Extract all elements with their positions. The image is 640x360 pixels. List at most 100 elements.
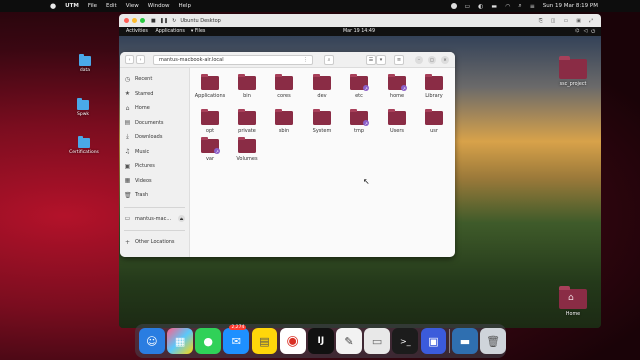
folder-item[interactable]: opt [192,109,228,134]
folder-item[interactable]: Library [416,74,452,99]
downloads-stack-icon[interactable]: ▬ [452,328,478,354]
location-path: mantus-macbook-air.local [159,56,224,63]
files-app-menu[interactable]: Files [195,29,206,34]
view-list-button[interactable]: ☰ [366,54,376,65]
sidebar-item-trash[interactable]: 🗑 Trash [120,188,189,203]
hamburger-menu-button[interactable]: ≡ [394,54,404,65]
messages-icon[interactable]: ● [195,328,222,354]
notes-icon[interactable]: ▤ [251,328,278,354]
wifi-icon[interactable]: ◠ [505,3,510,10]
screen-share-icon[interactable]: ▭ [465,3,471,10]
files-headerbar: ‹ › mantus-macbook-air.local ⋮ ⌕ ☰ ▾ ≡ –… [120,52,455,68]
chrome-icon[interactable]: ◉ [279,328,306,354]
usb-icon[interactable]: ⎘ [539,18,543,24]
folder-item[interactable]: bin [229,74,265,99]
folder-item[interactable]: System [304,109,340,134]
shared-folder-icon[interactable]: ▭ [564,18,569,24]
record-status-icon[interactable] [450,3,457,9]
vm-titlebar[interactable]: ■ ❚❚ ↻ Ubuntu Desktop ⎘ ◫ ▭ ▣ ⤢ [119,14,601,27]
minimize-window-button[interactable] [132,18,137,23]
menu-file[interactable]: File [88,3,97,9]
zoom-window-button[interactable] [140,18,145,23]
folder-item[interactable]: Users [379,109,415,134]
desktop-folder-data[interactable]: data [65,54,105,73]
location-bar[interactable]: mantus-macbook-air.local ⋮ [153,54,313,65]
sidebar-item-downloads[interactable]: ⤓ Downloads [120,130,189,145]
sidebar-item-starred[interactable]: ★ Starred [120,87,189,102]
display-icon[interactable]: ▣ [576,18,581,24]
intellij-icon[interactable]: IJ [307,328,334,354]
folder-item[interactable]: cores [266,74,302,99]
drive-icon[interactable]: ◫ [551,18,556,24]
control-icon[interactable]: ◐ [478,3,483,10]
resize-icon[interactable]: ⤢ [589,18,593,24]
folder-item[interactable]: dev [304,74,340,99]
sidebar-item-documents[interactable]: ▤ Documents [120,116,189,131]
places-sidebar: ◷ Recent ★ Starred ⌂ Home ▤ Documents ⤓ … [120,68,190,257]
mail-icon[interactable]: ✉ 2,274 [223,325,250,354]
spotlight-icon[interactable]: ⌕ [518,2,521,10]
menu-view[interactable]: View [126,3,139,9]
folder-item[interactable]: ↗ home [379,74,415,99]
sidebar-item-network-host[interactable]: ▭ mantus-mac... ⏏ [120,212,189,227]
launchpad-icon[interactable]: ▦ [167,328,193,354]
folder-icon [238,109,256,125]
folder-item[interactable]: Applications [192,74,228,99]
folder-icon [313,74,331,90]
close-window-button[interactable] [124,18,129,23]
app-menu-utm[interactable]: UTM [65,3,79,9]
search-button[interactable]: ⌕ [324,54,334,65]
desktop-home[interactable]: ⌂ Home [556,286,590,317]
download-icon: ⤓ [126,133,129,141]
folder-item[interactable]: ↗ var [192,137,228,162]
view-options-button[interactable]: ▾ [376,54,386,65]
textedit-icon[interactable]: ✎ [336,328,362,354]
utm-icon[interactable]: ▣ [420,328,447,354]
menu-help[interactable]: Help [178,3,191,9]
close-button[interactable]: ✕ [441,55,449,64]
restart-icon[interactable]: ↻ [172,18,176,24]
terminal-icon[interactable]: >_ [392,328,419,354]
maximize-button[interactable]: □ [428,55,436,64]
folder-item[interactable]: private [229,109,265,134]
sidebar-item-recent[interactable]: ◷ Recent [120,72,189,87]
control-center-icon[interactable]: ≡ [530,3,535,10]
finder-icon[interactable]: ☺ [139,328,165,354]
folder-item[interactable]: usr [416,109,452,134]
desktop-folder-spwk[interactable]: Spwk [63,98,103,117]
folder-icon [425,109,443,125]
applications-menu[interactable]: Applications [156,29,185,34]
stop-icon[interactable]: ■ [151,18,156,24]
folder-item[interactable]: ↗ tmp [341,109,377,134]
forward-button[interactable]: › [136,55,145,64]
folder-icon [275,74,293,90]
sidebar-item-videos[interactable]: ▦ Videos [120,174,189,189]
menubar-datetime[interactable]: Sun 19 Mar 8:19 PM [543,3,598,9]
pause-icon[interactable]: ❚❚ [160,18,168,24]
preview-icon[interactable]: ▭ [364,328,391,354]
more-options-icon[interactable]: ⋮ [303,57,308,63]
sidebar-item-music[interactable]: ♫ Music [120,145,189,160]
folder-icon [238,74,256,90]
sidebar-item-home[interactable]: ⌂ Home [120,101,189,116]
back-button[interactable]: ‹ [125,55,134,64]
activities-button[interactable]: Activities Applications ▾ Files [126,29,205,34]
sidebar-item-other-locations[interactable]: + Other Locations [120,235,189,250]
sidebar-item-pictures[interactable]: ▣ Pictures [120,159,189,174]
folder-item[interactable]: sbin [266,109,302,134]
folder-item[interactable]: ↗ etc [341,74,377,99]
system-menu[interactable]: ⌬ ◁ ⏻ [575,29,595,35]
folder-icon: ↗ [388,74,407,91]
folder-item[interactable]: Volumes [229,137,265,162]
eject-icon[interactable]: ⏏ [178,215,185,223]
trash-icon[interactable]: 🗑 [480,328,507,354]
battery-icon[interactable]: ▬ [491,3,497,10]
apple-menu-icon[interactable]: ● [50,2,56,10]
gnome-clock[interactable]: Mar 19 14:49 [343,29,375,34]
desktop-folder-ssc-project[interactable]: ssc_project [556,56,590,87]
minimize-button[interactable]: – [415,55,423,64]
desktop-folder-certifications[interactable]: Certifications [64,136,104,155]
menu-window[interactable]: Window [148,3,170,9]
folder-icon [238,137,256,153]
menu-edit[interactable]: Edit [106,3,117,9]
